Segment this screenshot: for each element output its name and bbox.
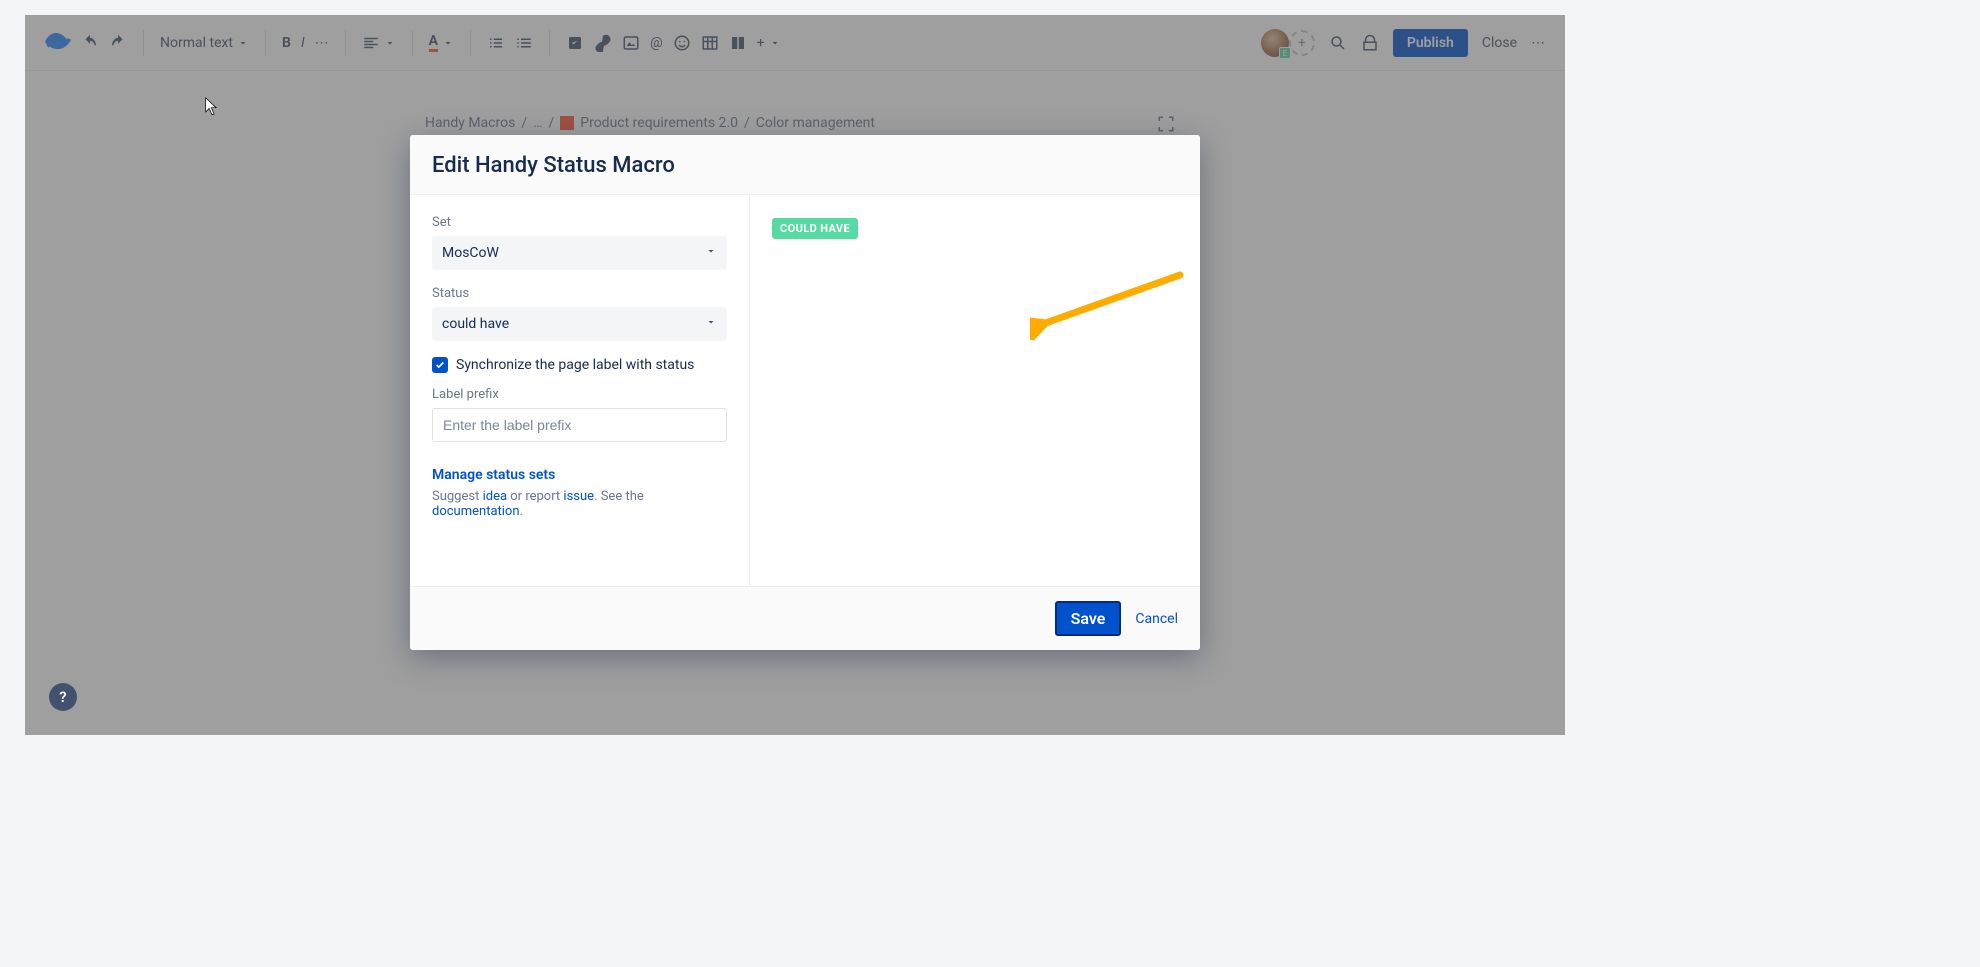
issue-link[interactable]: issue bbox=[563, 489, 594, 504]
status-select-value: could have bbox=[442, 316, 509, 332]
set-select-value: MosCoW bbox=[442, 245, 499, 261]
hint-text: Suggest idea or report issue. See the do… bbox=[432, 489, 727, 519]
modal-preview-panel: COULD HAVE bbox=[750, 195, 1200, 586]
label-prefix-input[interactable] bbox=[432, 408, 727, 442]
modal-header: Edit Handy Status Macro bbox=[410, 135, 1200, 195]
set-field-label: Set bbox=[432, 215, 727, 230]
cursor-icon bbox=[205, 97, 219, 117]
sync-label-checkbox-label: Synchronize the page label with status bbox=[456, 357, 694, 373]
annotation-arrow-icon bbox=[1030, 270, 1190, 340]
app-window: Normal text B I ⋯ A @ + E + bbox=[25, 15, 1565, 735]
idea-link[interactable]: idea bbox=[483, 489, 507, 504]
sync-label-checkbox[interactable] bbox=[432, 357, 448, 373]
manage-status-sets-link[interactable]: Manage status sets bbox=[432, 467, 555, 483]
status-badge-preview: COULD HAVE bbox=[772, 218, 858, 239]
cancel-button[interactable]: Cancel bbox=[1135, 611, 1178, 627]
chevron-down-icon bbox=[705, 245, 717, 261]
prefix-field-label: Label prefix bbox=[432, 387, 727, 402]
save-button[interactable]: Save bbox=[1055, 601, 1122, 636]
modal-title: Edit Handy Status Macro bbox=[432, 153, 1178, 178]
set-select[interactable]: MosCoW bbox=[432, 236, 727, 270]
status-field-label: Status bbox=[432, 286, 727, 301]
modal-form-panel: Set MosCoW Status could have Synchronize… bbox=[410, 195, 750, 586]
status-select[interactable]: could have bbox=[432, 307, 727, 341]
help-button[interactable]: ? bbox=[49, 683, 77, 711]
chevron-down-icon bbox=[705, 316, 717, 332]
documentation-link[interactable]: documentation bbox=[432, 504, 520, 519]
edit-macro-modal: Edit Handy Status Macro Set MosCoW Statu… bbox=[410, 135, 1200, 650]
modal-footer: Save Cancel bbox=[410, 586, 1200, 650]
